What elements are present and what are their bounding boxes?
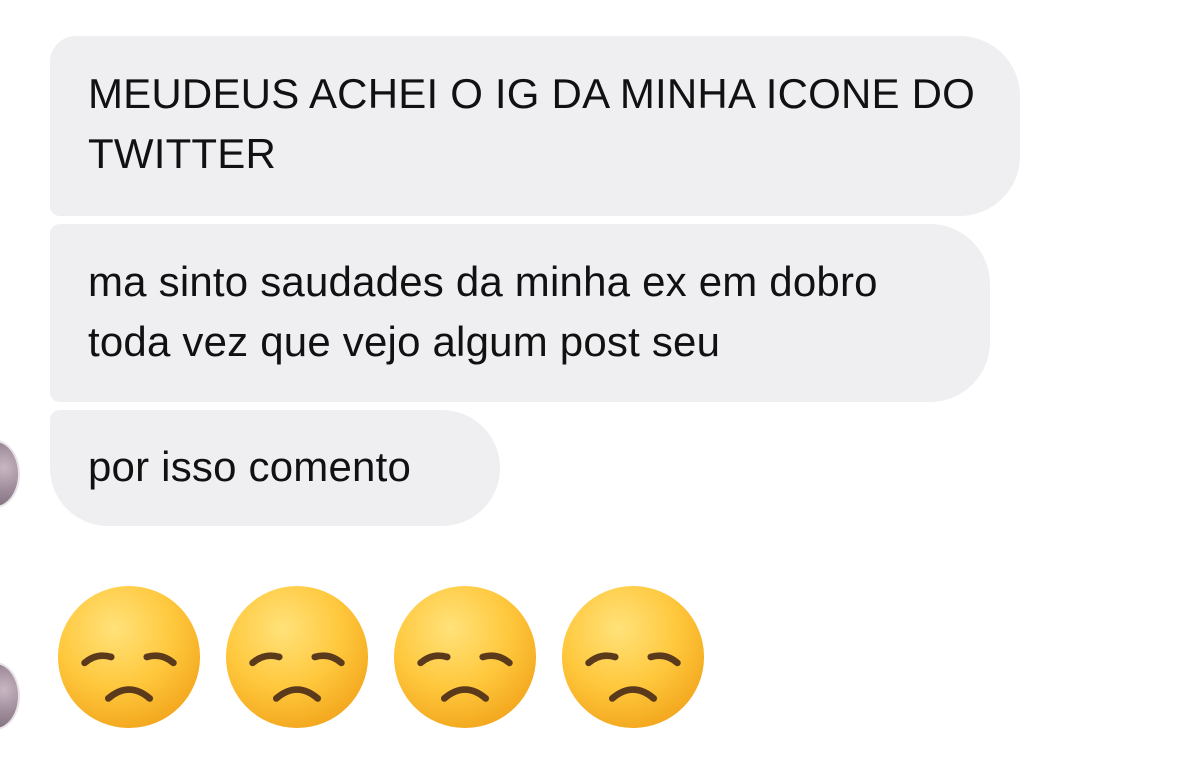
message-bubble[interactable]: MEUDEUS ACHEI O IG DA MINHA ICONE DO TWI… [50,36,1020,216]
sender-avatar[interactable] [0,440,20,508]
message-bubble[interactable]: ma sinto saudades da minha ex em dobro t… [50,224,990,402]
disappointed-face-icon [225,585,369,729]
emoji-message[interactable] [55,583,707,733]
message-bubble[interactable]: por isso comento [50,410,500,526]
disappointed-face-icon [561,585,705,729]
sender-avatar[interactable] [0,662,20,730]
message-text: ma sinto saudades da minha ex em dobro t… [88,258,878,365]
message-text: por isso comento [88,443,412,490]
message-text: MEUDEUS ACHEI O IG DA MINHA ICONE DO TWI… [88,70,976,177]
disappointed-face-icon [393,585,537,729]
disappointed-face-icon [57,585,201,729]
chat-thread: MEUDEUS ACHEI O IG DA MINHA ICONE DO TWI… [0,0,1200,774]
